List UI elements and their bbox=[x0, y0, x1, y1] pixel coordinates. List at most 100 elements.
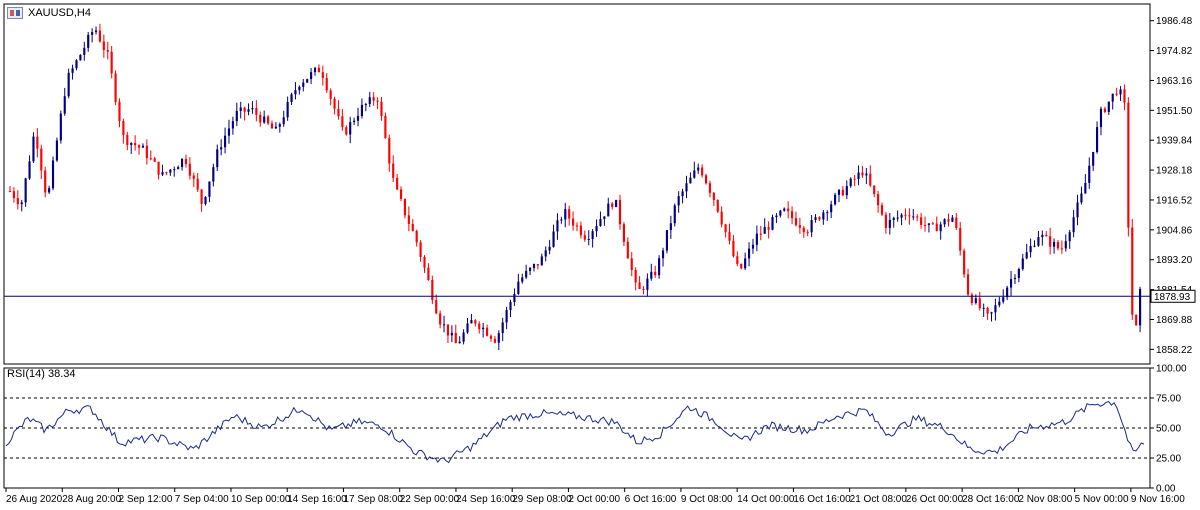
candle-body bbox=[439, 313, 442, 325]
candle-body bbox=[466, 323, 469, 333]
candle-body bbox=[28, 161, 31, 179]
time-tick-label: 2 Sep 12:00 bbox=[118, 494, 172, 505]
candle-body bbox=[1072, 217, 1075, 233]
candle-body bbox=[1068, 232, 1071, 242]
candle-body bbox=[923, 224, 927, 226]
candle-body bbox=[462, 332, 465, 342]
candle-body bbox=[251, 108, 254, 110]
candle-body bbox=[884, 214, 887, 228]
candle-body bbox=[587, 239, 590, 241]
candle-body bbox=[1049, 236, 1052, 247]
candle-body bbox=[1006, 287, 1009, 298]
candle-body bbox=[994, 305, 997, 313]
candle-body bbox=[1021, 258, 1024, 270]
candle-body bbox=[1076, 202, 1079, 218]
candle-body bbox=[1064, 241, 1067, 249]
candle-body bbox=[724, 224, 727, 233]
candle-body bbox=[575, 225, 579, 227]
candle-body bbox=[931, 223, 934, 225]
candle-body bbox=[126, 135, 129, 146]
candle-body bbox=[458, 341, 461, 344]
candle-body bbox=[943, 219, 946, 225]
candle-body bbox=[642, 288, 645, 290]
candle-body bbox=[1096, 127, 1099, 152]
candle-body bbox=[1080, 193, 1083, 203]
candle-body bbox=[607, 203, 610, 217]
candle-body bbox=[532, 264, 536, 268]
candle-body bbox=[274, 126, 277, 129]
candle-body bbox=[787, 208, 790, 212]
candle-body bbox=[306, 79, 309, 83]
price-tick-label: 1974.82 bbox=[1156, 46, 1193, 57]
main-plot-frame bbox=[3, 3, 1151, 365]
time-tick-label: 16 Oct 16:00 bbox=[793, 494, 851, 505]
candle-body bbox=[658, 258, 661, 276]
candle-body bbox=[118, 101, 121, 122]
candle-body bbox=[91, 32, 94, 35]
candle-body bbox=[501, 322, 504, 334]
candle-body bbox=[974, 298, 977, 303]
candle-body bbox=[747, 248, 751, 259]
time-tick-label: 26 Oct 00:00 bbox=[906, 494, 964, 505]
candle-body bbox=[149, 158, 152, 160]
candle-body bbox=[392, 163, 395, 178]
candle-body bbox=[110, 51, 113, 74]
candle-body bbox=[36, 136, 39, 149]
candle-body bbox=[345, 127, 348, 135]
candle-body bbox=[548, 246, 551, 251]
candle-body bbox=[806, 232, 809, 234]
candle-body bbox=[834, 194, 837, 205]
candle-body bbox=[79, 54, 82, 61]
candle-body bbox=[634, 270, 637, 283]
candle-body bbox=[235, 110, 238, 122]
candle-body bbox=[227, 128, 231, 136]
price-tick-label: 1963.16 bbox=[1156, 76, 1193, 87]
candle-body bbox=[427, 267, 430, 281]
candle-body bbox=[1033, 245, 1036, 247]
candle-body bbox=[145, 145, 148, 159]
candle-body bbox=[935, 223, 938, 232]
candle-body bbox=[415, 230, 418, 243]
candle-body bbox=[337, 108, 340, 117]
candle-body bbox=[388, 138, 391, 164]
candle-body bbox=[536, 264, 539, 266]
price-tick-label: 1869.88 bbox=[1156, 315, 1193, 326]
time-tick-label: 28 Oct 16:00 bbox=[962, 494, 1020, 505]
candle-body bbox=[94, 30, 98, 33]
candle-body bbox=[1119, 89, 1122, 95]
candle-body bbox=[1009, 279, 1013, 288]
candle-body bbox=[67, 72, 70, 97]
candle-body bbox=[978, 298, 981, 309]
candle-body bbox=[650, 271, 653, 279]
candle-body bbox=[802, 227, 805, 233]
candle-body bbox=[771, 217, 774, 230]
candle-body bbox=[333, 98, 336, 109]
candle-body bbox=[564, 209, 567, 220]
candle-body bbox=[865, 173, 868, 176]
candle-body bbox=[196, 178, 199, 190]
candle-body bbox=[568, 209, 571, 219]
time-tick-label: 14 Sep 16:00 bbox=[287, 494, 347, 505]
candle-body bbox=[920, 217, 923, 225]
candle-body bbox=[521, 277, 524, 282]
candle-body bbox=[157, 161, 160, 175]
candle-body bbox=[489, 335, 493, 339]
candle-body bbox=[153, 158, 156, 162]
rsi-tick-label: 75.00 bbox=[1156, 394, 1181, 405]
candle-body bbox=[959, 227, 962, 251]
candle-body bbox=[278, 124, 281, 127]
candle-body bbox=[888, 219, 891, 228]
price-chart[interactable]: 1986.48 1974.82 1963.16 1951.50 1939.84 1928.… bbox=[0, 0, 1200, 510]
candle-body bbox=[849, 178, 852, 187]
candle-body bbox=[525, 270, 528, 278]
candle-body bbox=[134, 143, 137, 146]
candle-body bbox=[728, 232, 731, 241]
candle-body bbox=[59, 113, 62, 141]
candle-body bbox=[845, 186, 848, 196]
candle-body bbox=[356, 116, 360, 121]
candle-body bbox=[24, 178, 27, 203]
time-tick-label: 17 Sep 08:00 bbox=[343, 494, 403, 505]
candle-body bbox=[239, 107, 242, 111]
price-tick-label: 1893.20 bbox=[1156, 255, 1193, 266]
candle-body bbox=[313, 67, 317, 73]
